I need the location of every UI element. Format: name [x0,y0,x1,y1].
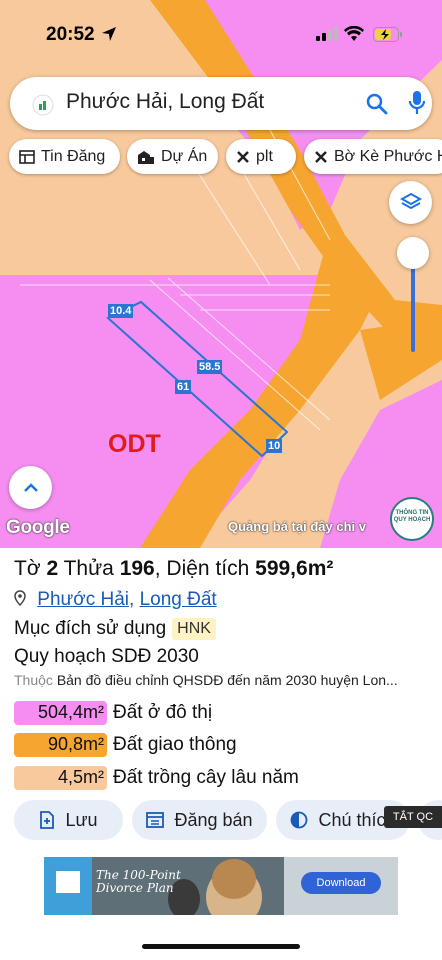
layers-button[interactable] [389,181,432,224]
opacity-slider-handle[interactable] [397,237,429,269]
battery-charging-icon [373,27,402,42]
plan-document[interactable]: Thuộc Bản đồ điều chỉnh QHSDĐ đến năm 20… [14,672,434,688]
google-logo: Google [6,517,70,538]
lot-prefix: Thửa [63,557,114,580]
lot-number: 196 [119,557,155,580]
buildings-icon [138,150,154,164]
land-use-area: 504,4m² [14,701,107,725]
chip-bo-ke[interactable]: Bờ Kè Phước H [304,139,442,174]
ad-cta-label: Download [316,877,366,889]
planning-info-badge[interactable]: THÔNG TIN QUY HOẠCH [390,497,434,541]
chip-tin-dang[interactable]: Tin Đăng [9,139,120,174]
status-bar: 20:52 [0,0,442,70]
land-use-label: Đất trồng cây lâu năm [113,767,299,788]
ad-download-button[interactable]: Download [301,872,381,894]
ward-link[interactable]: Phước Hải [37,589,129,610]
wifi-icon [344,26,364,41]
app-logo-icon [32,94,54,116]
dimension-right-label: 58.5 [197,360,223,374]
land-use-row: 4,5m² Đất trồng cây lâu năm [14,766,299,790]
ad-close-button[interactable]: TẮT QC [384,806,442,828]
parcel-info-panel: Tờ 2 Thửa 196, Diện tích 599,6m² Phước H… [0,548,442,960]
add-document-icon [40,811,55,829]
search-bar[interactable]: Phước Hải, Long Đất [10,77,432,130]
dimension-top-label: 10.4 [108,304,134,318]
sheet-prefix: Tờ [14,557,41,580]
doc-prefix: Thuộc [14,672,53,688]
status-time: 20:52 [46,24,95,45]
doc-text: Bản đồ điều chỉnh QHSDĐ đến năm 2030 huy… [56,672,398,688]
dimension-left-label: 61 [175,380,192,394]
ad-title: The 100-Point Divorce Plan [96,869,181,895]
contrast-icon [291,811,308,829]
dimension-bottom-label: 10 [266,439,283,453]
land-use-area: 90,8m² [14,733,107,757]
land-use-label: Đất giao thông [113,734,237,755]
ad-banner[interactable]: The 100-Point Divorce Plan Download [44,857,398,915]
land-use-row: 90,8m² Đất giao thông [14,733,237,757]
land-use-label: Đất ở đô thị [113,702,213,723]
sell-label: Đăng bán [174,809,253,830]
signal-icon [316,27,338,41]
parcel-area: 599,6m² [255,557,334,580]
district-link[interactable]: Long Đất [140,589,217,610]
parcel-title: Tờ 2 Thửa 196, Diện tích 599,6m² [14,557,333,581]
purpose-label: Mục đích sử dụng [14,618,167,639]
home-indicator[interactable] [142,944,300,949]
ad-title-line-2: Divorce Plan [96,881,174,895]
filter-chips: Tin Đăng Dự Án plt Bờ Kè Phước H [0,139,442,174]
sell-button[interactable]: Đăng bán [132,800,267,840]
chip-du-an[interactable]: Dự Án [127,139,218,174]
chip-label: Dự Án [161,147,208,165]
search-query[interactable]: Phước Hải, Long Đất [66,90,264,114]
table-icon [19,149,35,164]
chip-label: Bờ Kè Phước H [334,147,442,165]
purpose-code-badge: HNK [172,618,216,640]
location-arrow-icon [102,27,116,41]
plan-title: Quy hoạch SDĐ 2030 [14,646,199,667]
badge-line-1: THÔNG TIN [395,510,429,516]
table-icon [146,812,165,828]
land-purpose: Mục đích sử dụng HNK [14,618,216,640]
area-prefix: , Diện tích [154,557,250,580]
chip-label: plt [256,147,273,165]
close-icon [315,150,327,163]
expand-up-button[interactable] [9,466,52,509]
chip-label: Tin Đăng [41,147,106,165]
layers-icon [399,192,422,209]
search-icon[interactable] [365,92,389,116]
chip-plt[interactable]: plt [226,139,296,174]
map-ad-text[interactable]: Quảng bá tại đây chi v [228,519,366,534]
location-pin-icon [14,590,26,607]
action-buttons: Lưu Đăng bán Chú thích [0,800,442,840]
microphone-icon[interactable] [408,90,426,116]
zone-label: ODT [108,430,161,458]
land-use-area: 4,5m² [14,766,107,790]
save-label: Lưu [65,809,98,830]
close-icon [237,150,249,163]
badge-line-2: QUY HOẠCH [393,517,431,523]
land-use-row: 504,4m² Đất ở đô thị [14,701,212,725]
parcel-address: Phước Hải, Long Đất [14,589,217,611]
sheet-number: 2 [46,557,59,580]
chevron-up-icon [23,482,38,492]
save-button[interactable]: Lưu [14,800,123,840]
